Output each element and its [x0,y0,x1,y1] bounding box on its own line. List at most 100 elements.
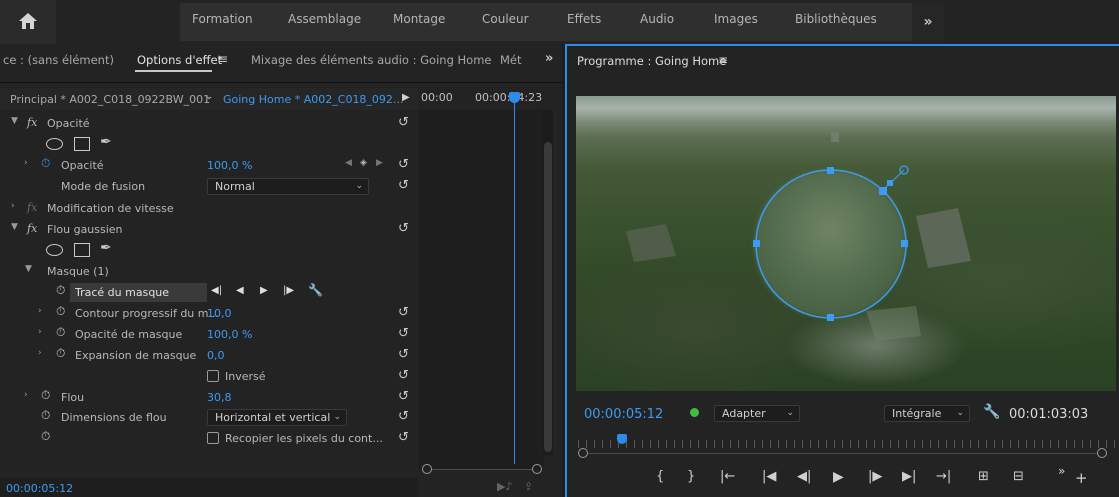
reset-icon[interactable]: ↺ [398,115,409,130]
zoom-handle-left[interactable] [578,448,588,458]
workspace-tab-assemblage[interactable]: Assemblage [288,12,361,26]
reset-icon[interactable]: ↺ [398,347,409,362]
extract-icon[interactable]: ⊟ [1013,469,1024,484]
stopwatch-icon[interactable]: ⏱ [41,156,54,170]
blurriness-value[interactable]: 30,8 [207,391,232,404]
stopwatch-icon[interactable]: ⏱ [41,408,54,422]
keyframe-timeline[interactable] [418,110,544,470]
expand-twirl-icon[interactable]: › [38,306,42,316]
zoom-handle-right[interactable] [1097,448,1107,458]
workspace-tab-couleur[interactable]: Couleur [482,12,529,26]
panel-menu-icon[interactable]: ≡ [718,53,728,67]
stopwatch-icon[interactable]: ⏱ [56,325,69,339]
opacity-value[interactable]: 100,0 % [207,159,252,172]
fx-icon[interactable]: fx [27,116,37,129]
zoom-handle-left[interactable] [422,464,432,474]
workspace-tab-bibliotheques[interactable]: Bibliothèques [795,12,877,26]
stopwatch-icon[interactable]: ⏱ [56,304,69,318]
workspace-overflow-button[interactable]: » [912,3,944,41]
workspace-tab-montage[interactable]: Montage [393,12,445,26]
mask-expansion-value[interactable]: 0,0 [207,349,225,362]
play-only-audio-icon[interactable]: ▶ [402,92,410,103]
reset-icon[interactable]: ↺ [398,326,409,341]
zoom-handle-right[interactable] [532,464,542,474]
tab-audio-mixer[interactable]: Mixage des éléments audio : Going Home [251,53,492,67]
button-editor-icon[interactable]: + [1075,469,1088,487]
mark-in-icon[interactable]: { [656,469,664,484]
reset-icon[interactable]: ↺ [398,221,409,236]
expand-twirl-icon[interactable]: › [11,201,15,211]
more-buttons-icon[interactable]: » [1058,464,1065,478]
stopwatch-icon[interactable]: ⏱ [41,429,54,443]
scrollbar-thumb[interactable] [544,142,552,452]
reset-icon[interactable]: ↺ [398,178,409,193]
expand-twirl-icon[interactable]: › [38,327,42,337]
mask-feather-value[interactable]: 10,0 [207,307,232,320]
mask-path-label[interactable]: Tracé du masque [75,286,169,299]
wrench-icon[interactable]: 🔧 [983,404,1000,420]
stopwatch-icon[interactable]: ⏱ [56,346,69,360]
reset-icon[interactable]: ↺ [398,409,409,424]
reset-icon[interactable]: ↺ [398,389,409,404]
tab-effect-controls[interactable]: Options d'effet [137,53,222,67]
previous-keyframe-icon[interactable]: ◀ [345,158,352,168]
step-forward-icon[interactable]: |▶ [868,469,882,484]
track-forward-icon[interactable]: ▶ [260,285,268,296]
reset-icon[interactable]: ↺ [398,430,409,445]
panel-overflow-button[interactable]: » [545,51,553,66]
home-button[interactable] [0,0,56,44]
go-to-out-icon[interactable]: →| [936,469,951,484]
expand-twirl-icon[interactable]: ▼ [11,222,18,232]
mask-opacity-value[interactable]: 100,0 % [207,328,252,341]
pen-mask-icon[interactable]: ✒ [100,134,112,150]
chevron-down-icon[interactable]: ⌄ [205,91,213,102]
expand-twirl-icon[interactable]: ▼ [11,116,18,126]
workspace-tab-audio[interactable]: Audio [640,12,674,26]
repeat-edge-checkbox[interactable] [207,432,219,444]
workspace-tab-formation[interactable]: Formation [192,12,253,26]
next-keyframe-icon[interactable]: ▶ [376,158,383,168]
pen-mask-icon[interactable]: ✒ [100,240,112,256]
add-keyframe-icon[interactable]: ◈ [360,158,367,168]
workspace-tab-effets[interactable]: Effets [567,12,601,26]
effect-controls-timecode[interactable]: 00:00:05:12 [6,482,73,495]
sequence-clip-tab[interactable]: Going Home * A002_C018_092... [223,93,403,106]
step-to-start-icon[interactable]: |◀ [762,469,776,484]
inverted-checkbox[interactable] [207,370,219,382]
rectangle-mask-icon[interactable] [74,243,90,257]
program-current-time[interactable]: 00:00:05:12 [584,407,663,422]
step-back-icon[interactable]: ◀| [797,469,811,484]
wrench-icon[interactable]: 🔧 [308,283,323,297]
track-forward-frame-icon[interactable]: |▶ [283,285,294,296]
mark-out-icon[interactable]: } [687,469,695,484]
mask-path-overlay[interactable] [745,160,915,330]
expand-twirl-icon[interactable]: › [24,390,28,400]
reset-icon[interactable]: ↺ [398,368,409,383]
reset-icon[interactable]: ↺ [398,157,409,172]
stopwatch-icon[interactable]: ⏱ [41,388,54,402]
tab-source[interactable]: ce : (sans élément) [3,53,114,67]
ellipse-mask-icon[interactable] [46,244,63,256]
workspace-tab-images[interactable]: Images [714,12,758,26]
fit-dropdown[interactable]: Adapter ⌄ [714,405,800,422]
blend-mode-dropdown[interactable]: Normal ⌄ [207,178,369,195]
go-to-in-icon[interactable]: |← [720,469,735,484]
program-time-ruler[interactable] [578,440,1116,448]
play-icon[interactable]: ▶ [833,469,844,485]
zoom-scrollbar[interactable] [422,464,544,476]
playhead-handle[interactable] [509,92,520,103]
program-monitor-title[interactable]: Programme : Going Home [577,54,726,68]
ellipse-mask-icon[interactable] [46,138,63,150]
stopwatch-icon[interactable]: ⏱ [56,283,69,297]
expand-twirl-icon[interactable]: ▼ [25,264,32,274]
master-clip-tab[interactable]: Principal * A002_C018_0922BW_001 [10,93,210,106]
lift-icon[interactable]: ⊞ [978,469,989,484]
step-to-end-icon[interactable]: ▶| [902,469,916,484]
fx-icon[interactable]: fx [27,222,37,235]
panel-menu-icon[interactable]: ≡ [218,52,228,66]
rectangle-mask-icon[interactable] [74,137,90,151]
track-backward-icon[interactable]: ◀ [236,285,244,296]
blur-dimensions-dropdown[interactable]: Horizontal et vertical ⌄ [207,409,347,426]
tab-metadata[interactable]: Mét [500,53,522,67]
play-audio-icon[interactable]: ▶♪ [497,480,512,493]
